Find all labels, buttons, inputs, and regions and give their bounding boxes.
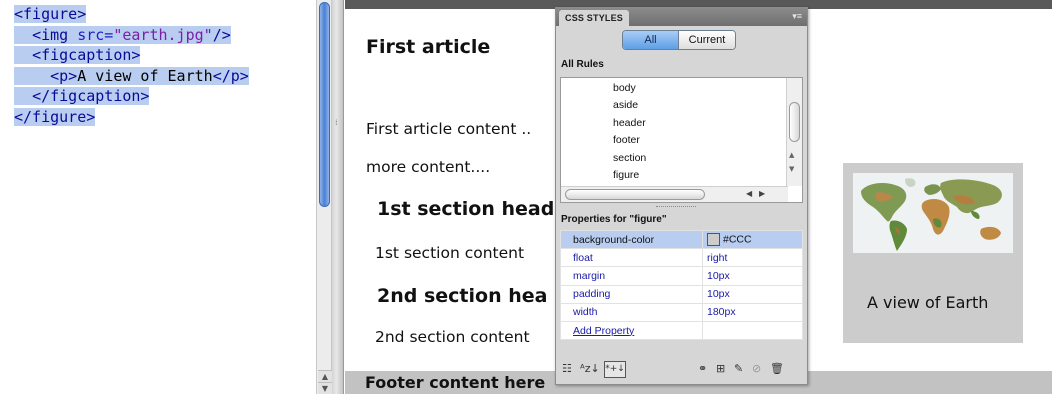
property-name[interactable]: padding — [560, 284, 703, 304]
scroll-left-icon[interactable]: ◀ — [746, 189, 752, 198]
scroll-right-icon[interactable]: ▶ — [759, 189, 765, 198]
rules-hscroll-thumb[interactable] — [565, 189, 705, 200]
property-value[interactable]: 180px — [702, 302, 803, 322]
edit-rule-icon[interactable]: ✎ — [734, 362, 743, 375]
all-mode-button[interactable]: All — [623, 31, 680, 49]
property-row[interactable]: Add Property — [560, 320, 803, 341]
world-map-icon — [853, 173, 1013, 253]
code-selection: <img src="earth.jpg"/> — [14, 25, 231, 44]
scroll-down-icon[interactable]: ▼ — [318, 382, 332, 394]
scroll-up-icon[interactable]: ▲ — [789, 151, 794, 159]
css-styles-panel[interactable]: CSS STYLES ▾≡ All Current All Rules body… — [555, 7, 808, 385]
section-heading: 2nd section hea — [377, 285, 548, 307]
property-value[interactable]: right — [702, 248, 803, 268]
rule-item[interactable]: body — [613, 80, 646, 97]
current-mode-button[interactable]: Current — [679, 31, 735, 49]
category-view-icon[interactable]: ☷ — [562, 362, 572, 375]
property-value[interactable]: #CCC — [702, 229, 803, 250]
scroll-down-icon[interactable]: ▼ — [789, 165, 794, 173]
code-selection: </figcaption> — [14, 87, 150, 105]
article-heading: First article — [366, 36, 491, 58]
rule-item[interactable]: section — [613, 150, 646, 167]
property-row[interactable]: width 180px — [560, 302, 803, 322]
rules-horizontal-scrollbar[interactable]: ◀ ▶ — [561, 186, 788, 202]
mode-toggle[interactable]: All Current — [622, 30, 736, 50]
panel-tab-bar: CSS STYLES ▾≡ — [556, 8, 807, 26]
property-row[interactable]: padding 10px — [560, 284, 803, 304]
disable-icon[interactable]: ⊘ — [752, 362, 761, 375]
rules-vertical-scrollbar[interactable]: ▲ ▼ — [786, 78, 802, 186]
pane-resize-grip[interactable] — [656, 206, 696, 209]
property-value-text: #CCC — [723, 233, 752, 246]
rules-list-box[interactable]: body aside header footer section figure … — [560, 77, 803, 203]
scroll-up-icon[interactable]: ▲ — [318, 370, 332, 382]
section-content: 2nd section content — [375, 328, 530, 346]
property-value-empty — [702, 320, 803, 341]
code-text: <p>A view of Earth</p> — [50, 66, 249, 85]
more-content: more content.... — [366, 158, 491, 176]
set-properties-view-icon[interactable]: *+↓ — [604, 361, 626, 378]
code-line-3[interactable]: <figcaption> — [0, 45, 316, 66]
rules-list[interactable]: body aside header footer section figure — [613, 80, 646, 184]
footer-text: Footer content here — [365, 373, 546, 392]
code-editor[interactable]: <figure> <img src="earth.jpg"/> <figcapt… — [0, 4, 316, 127]
code-text: <img src="earth.jpg"/> — [32, 25, 231, 44]
rule-item[interactable]: footer — [613, 132, 646, 149]
add-property-link[interactable]: Add Property — [560, 320, 703, 341]
section-content: 1st section content — [375, 244, 525, 262]
property-value[interactable]: 10px — [702, 266, 803, 286]
panel-menu-icon[interactable]: ▾≡ — [792, 11, 802, 22]
code-text: <figcaption> — [32, 46, 141, 64]
article-content: First article content .. — [366, 120, 532, 138]
property-row[interactable]: background-color #CCC — [560, 229, 803, 250]
figure[interactable]: A view of Earth — [843, 163, 1023, 343]
code-line-1[interactable]: <figure> — [0, 4, 316, 25]
trash-icon[interactable]: 🗑 — [770, 362, 784, 375]
all-rules-heading: All Rules — [561, 59, 604, 70]
split-view-divider[interactable]: ⁞ — [332, 0, 344, 394]
attach-stylesheet-icon[interactable]: ⚭ — [698, 362, 707, 375]
property-row[interactable]: margin 10px — [560, 266, 803, 286]
code-scrollbar[interactable]: ▲ ▼ — [316, 0, 332, 394]
figure-caption: A view of Earth — [867, 293, 989, 312]
code-line-6[interactable]: </figure> — [0, 107, 316, 128]
code-text: </figcaption> — [32, 87, 150, 105]
property-name[interactable]: background-color — [560, 229, 703, 250]
code-view[interactable]: <figure> <img src="earth.jpg"/> <figcapt… — [0, 0, 316, 394]
code-selection: <figcaption> — [14, 46, 141, 64]
panel-footer-toolbar: ☷ ᴬz↓ *+↓ ⚭ ⊞ ✎ ⊘ 🗑 — [556, 356, 807, 384]
alphabetical-view-icon[interactable]: ᴬz↓ — [580, 362, 600, 375]
code-scrollbar-thumb[interactable] — [319, 2, 330, 207]
code-text: </figure> — [14, 107, 96, 126]
section-heading: 1st section head — [377, 198, 555, 220]
code-selection: <p>A view of Earth</p> — [14, 66, 249, 85]
color-swatch-icon[interactable] — [707, 233, 720, 247]
code-selection: </figure> — [14, 107, 96, 126]
property-row[interactable]: float right — [560, 248, 803, 268]
earth-image — [853, 173, 1013, 253]
code-line-4[interactable]: <p>A view of Earth</p> — [0, 66, 316, 87]
code-selection: <figure> — [14, 5, 87, 23]
rule-item[interactable]: figure — [613, 167, 646, 184]
rules-scrollbar-thumb[interactable] — [789, 102, 800, 142]
tab-css-styles[interactable]: CSS STYLES — [559, 10, 630, 26]
code-text: <figure> — [14, 5, 87, 23]
code-line-2[interactable]: <img src="earth.jpg"/> — [0, 25, 316, 46]
property-name[interactable]: margin — [560, 266, 703, 286]
property-value[interactable]: 10px — [702, 284, 803, 304]
property-name[interactable]: float — [560, 248, 703, 268]
code-line-5[interactable]: </figcaption> — [0, 86, 316, 107]
properties-heading: Properties for "figure" — [561, 214, 667, 225]
rule-item[interactable]: header — [613, 115, 646, 132]
grip-icon: ⁞ — [335, 118, 338, 127]
property-name[interactable]: width — [560, 302, 703, 322]
rule-item[interactable]: aside — [613, 97, 646, 114]
properties-table[interactable]: background-color #CCC float right margin… — [560, 229, 803, 341]
new-rule-icon[interactable]: ⊞ — [716, 362, 725, 375]
